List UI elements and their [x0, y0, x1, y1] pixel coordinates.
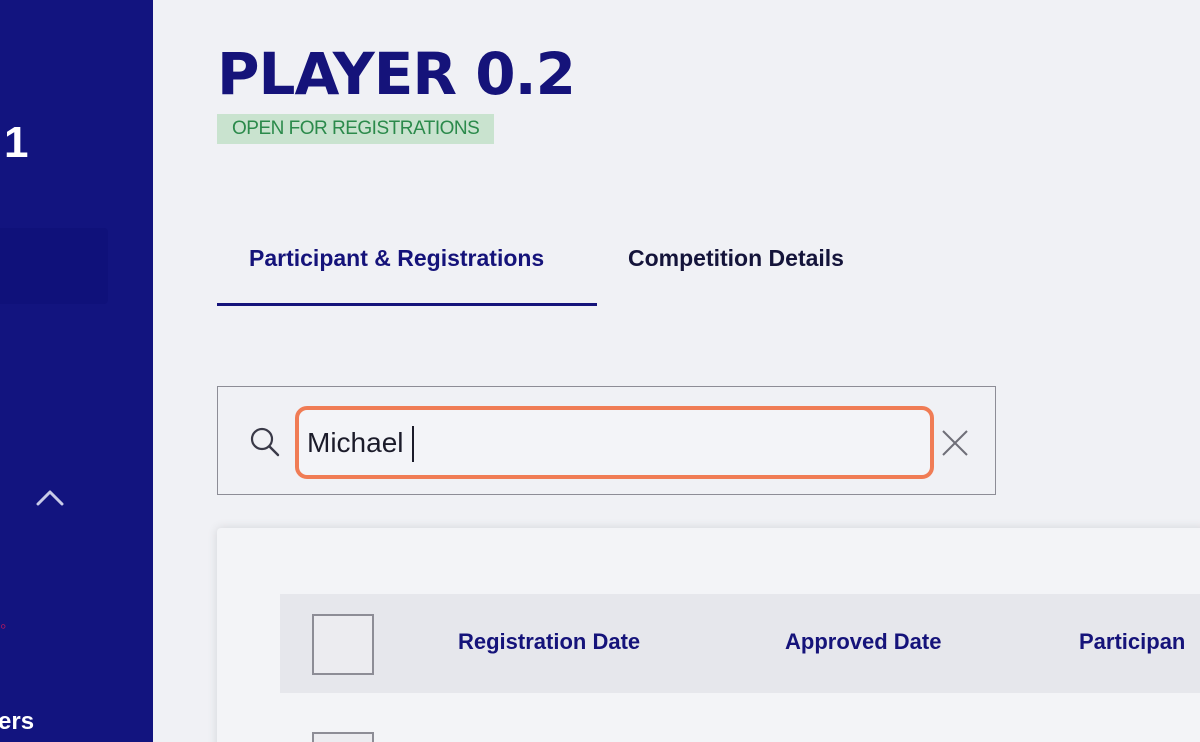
row-checkbox[interactable] — [312, 732, 374, 742]
search-icon — [250, 427, 280, 457]
column-header-approved-date[interactable]: Approved Date — [785, 624, 941, 660]
table-header: Registration Date Approved Date Particip… — [280, 594, 1200, 693]
sidebar-indicator-icon: ◦ — [0, 616, 7, 636]
page-title: PLAYER 0.2 — [217, 40, 576, 108]
close-icon[interactable] — [940, 428, 970, 458]
column-header-registration-date[interactable]: Registration Date — [458, 624, 640, 660]
tab-participant-registrations[interactable]: Participant & Registrations — [249, 240, 544, 276]
search-input[interactable] — [307, 410, 907, 475]
sidebar-number: 1 — [4, 118, 29, 167]
chevron-up-icon[interactable] — [36, 488, 64, 508]
active-tab-indicator — [217, 303, 597, 306]
main-content: PLAYER 0.2 OPEN FOR REGISTRATIONS Partic… — [153, 0, 1200, 742]
search-bar — [217, 386, 996, 495]
sidebar-item-label[interactable]: ers — [0, 708, 34, 736]
column-header-participant[interactable]: Participan — [1079, 624, 1185, 660]
text-cursor — [412, 426, 414, 462]
search-input-focus-ring — [295, 406, 934, 479]
tab-competition-details[interactable]: Competition Details — [628, 240, 844, 276]
sidebar-selected-item[interactable] — [0, 228, 108, 304]
select-all-checkbox[interactable] — [312, 614, 374, 675]
registrations-table: Registration Date Approved Date Particip… — [217, 528, 1200, 742]
sidebar: 1 ◦ ers — [0, 0, 153, 742]
status-badge: OPEN FOR REGISTRATIONS — [217, 114, 495, 144]
